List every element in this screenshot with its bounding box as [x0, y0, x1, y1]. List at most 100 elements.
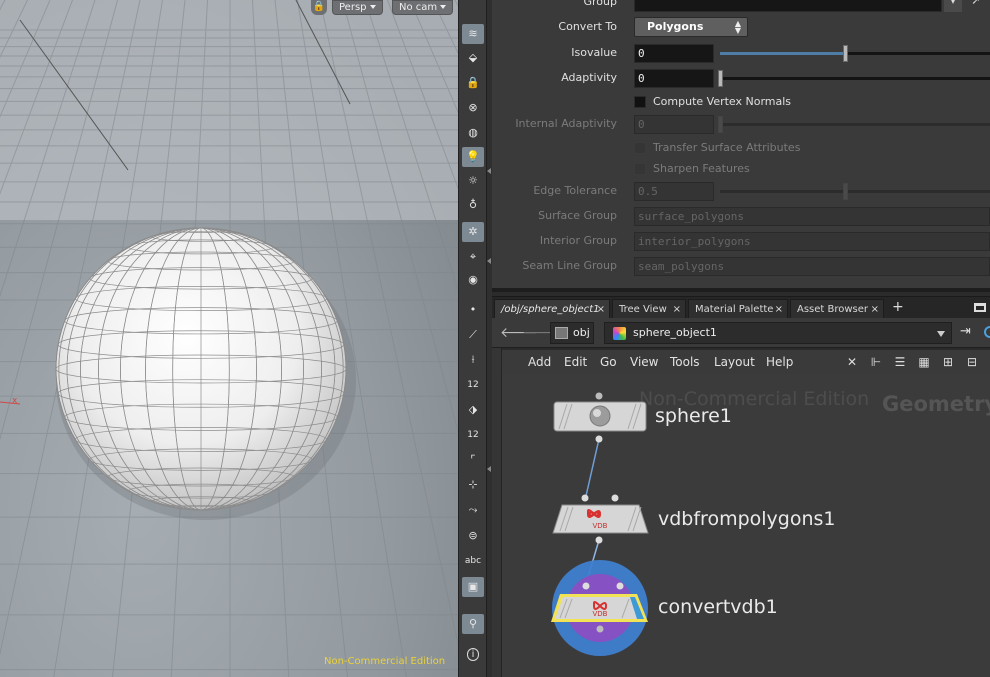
node-vdbfrompolygons1[interactable]: VDB — [552, 494, 649, 544]
layout-icon[interactable]: ⊟ — [964, 354, 980, 370]
color-palette-icon[interactable]: ▦ — [916, 354, 932, 370]
internal-adaptivity-input[interactable]: 0 — [634, 115, 714, 134]
node-convertvdb1[interactable]: VDB — [551, 560, 648, 656]
network-editor[interactable]: Non-Commercial Edition Geometry VDB VDB … — [502, 374, 990, 677]
lock-camera-icon[interactable]: 🔒 — [462, 73, 484, 93]
breadcrumb-obj[interactable]: obj — [550, 322, 594, 344]
isovalue-slider[interactable] — [720, 45, 990, 62]
maximize-pane-icon[interactable] — [974, 303, 986, 312]
node-sphere1[interactable] — [553, 392, 647, 443]
list-icon[interactable]: ☰ — [892, 354, 908, 370]
template-icon[interactable]: ⊜ — [462, 526, 484, 546]
lightbulb-add-icon[interactable]: ♁ — [462, 195, 484, 215]
link-icon[interactable] — [984, 326, 990, 338]
ghost-icon[interactable]: ✲ — [462, 222, 484, 242]
edge-tolerance-slider[interactable] — [720, 183, 990, 200]
breadcrumb-sphere-object[interactable]: sphere_object1 — [604, 322, 952, 344]
menu-tools[interactable]: Tools — [670, 355, 700, 369]
location-icon[interactable]: ⚲ — [462, 614, 484, 634]
chevron-down-icon[interactable] — [937, 331, 945, 337]
menu-help[interactable]: Help — [766, 355, 793, 369]
param-surface-group: Surface Group surface_polygons — [492, 206, 990, 226]
transfer-surface-attributes-checkbox[interactable] — [634, 142, 646, 154]
tab-network-path[interactable]: /obj/sphere_object1 × — [494, 299, 610, 319]
light-icon[interactable]: 💡 — [462, 147, 484, 167]
eye-icon[interactable]: ◉ — [462, 270, 484, 290]
interior-group-input[interactable]: interior_polygons — [634, 232, 990, 251]
menu-edit[interactable]: Edit — [564, 355, 587, 369]
edge-tolerance-input[interactable]: 0.5 — [634, 182, 714, 201]
headlight-icon[interactable]: ☼ — [462, 171, 484, 191]
menu-layout[interactable]: Layout — [714, 355, 755, 369]
close-icon[interactable]: × — [871, 300, 879, 319]
node-wire[interactable] — [585, 438, 600, 497]
visualize-icon[interactable]: ⌖ — [462, 247, 484, 267]
text-icon[interactable]: abc — [462, 551, 484, 571]
node-input-port[interactable] — [582, 582, 590, 590]
vertex-numbers-icon[interactable]: 12 — [462, 375, 484, 395]
viewport-lock-icon[interactable]: 🔒 — [311, 0, 327, 15]
slider-handle[interactable] — [843, 45, 848, 62]
group-input[interactable] — [634, 0, 942, 12]
node-input-port[interactable] — [595, 392, 603, 400]
shading-icon[interactable]: ◍ — [462, 123, 484, 143]
tree-icon[interactable]: ⊩ — [868, 354, 884, 370]
tab-tree-view[interactable]: Tree View × — [612, 299, 686, 319]
adaptivity-slider[interactable] — [718, 70, 990, 87]
collapse-left-icon[interactable] — [487, 466, 491, 472]
node-output-port[interactable] — [596, 625, 604, 633]
select-arrow-icon[interactable]: ➚ — [966, 0, 986, 12]
group-menu-button[interactable]: ▾ — [944, 0, 962, 12]
slider-handle[interactable] — [718, 116, 723, 133]
brush-icon[interactable]: ⟋ — [462, 325, 484, 345]
slider-handle[interactable] — [843, 183, 848, 200]
background-image-icon[interactable]: ▣ — [462, 577, 484, 597]
node-output-port[interactable] — [595, 536, 603, 544]
close-icon[interactable]: × — [673, 300, 681, 319]
close-icon[interactable]: × — [597, 300, 605, 319]
text-tool-label: abc — [464, 556, 482, 566]
snap-icon[interactable]: ⊗ — [462, 98, 484, 118]
corner-icon[interactable]: ⌜ — [462, 450, 484, 470]
node-input-port[interactable] — [611, 494, 619, 502]
slider-handle[interactable] — [718, 70, 723, 87]
add-tab-button[interactable]: + — [892, 299, 906, 317]
scene-viewport[interactable]: 🔒 Persp No cam Non-Commercial Edition x — [0, 0, 458, 677]
normals-icon[interactable]: ⤳ — [462, 500, 484, 520]
primitive-numbers-icon[interactable]: 12 — [462, 425, 484, 445]
pin-pane-icon[interactable]: ⇥ — [960, 324, 971, 339]
tab-asset-browser[interactable]: Asset Browser × — [790, 299, 884, 319]
convert-to-value: Polygons — [647, 20, 704, 33]
collapse-left-icon[interactable] — [487, 258, 491, 264]
display-options-icon[interactable]: ≋ — [462, 24, 484, 44]
pane-splitter[interactable] — [492, 288, 990, 292]
convert-to-dropdown[interactable]: Polygons ▲ ▼ — [634, 17, 748, 37]
internal-adaptivity-slider[interactable] — [718, 116, 990, 133]
tab-material-palette[interactable]: Material Palette × — [688, 299, 788, 319]
point-icon[interactable]: • — [462, 300, 484, 320]
isovalue-input[interactable]: 0 — [634, 44, 714, 63]
select-icon[interactable]: ⬙ — [462, 48, 484, 68]
camera-select-button[interactable]: No cam — [392, 0, 454, 15]
collapse-left-icon[interactable] — [487, 168, 491, 174]
camera-mode-button[interactable]: Persp — [332, 0, 383, 15]
adaptivity-input[interactable]: 0 — [634, 69, 714, 88]
grid-icon[interactable]: ⊞ — [940, 354, 956, 370]
surface-group-input[interactable]: surface_polygons — [634, 207, 990, 226]
menu-go[interactable]: Go — [600, 355, 617, 369]
menu-view[interactable]: View — [630, 355, 658, 369]
node-input-port[interactable] — [616, 582, 624, 590]
paint-icon[interactable]: ⬗ — [462, 400, 484, 420]
seam-line-group-input[interactable]: seam_polygons — [634, 257, 990, 276]
close-icon[interactable]: × — [775, 300, 783, 319]
compute-vertex-normals-checkbox[interactable] — [634, 96, 646, 108]
transform-icon[interactable]: ⊹ — [462, 475, 484, 495]
menu-add[interactable]: Add — [528, 355, 551, 369]
node-input-port[interactable] — [581, 494, 589, 502]
pin-icon[interactable]: ⟊ — [462, 350, 484, 370]
parameter-pane: Group ▾ ➚ Convert To Polygons ▲ ▼ Isovalue… — [492, 0, 990, 292]
node-output-port[interactable] — [595, 435, 603, 443]
wrench-icon[interactable]: ✕ — [844, 354, 860, 370]
sharpen-features-checkbox[interactable] — [634, 163, 646, 175]
info-icon[interactable]: i — [462, 645, 484, 665]
